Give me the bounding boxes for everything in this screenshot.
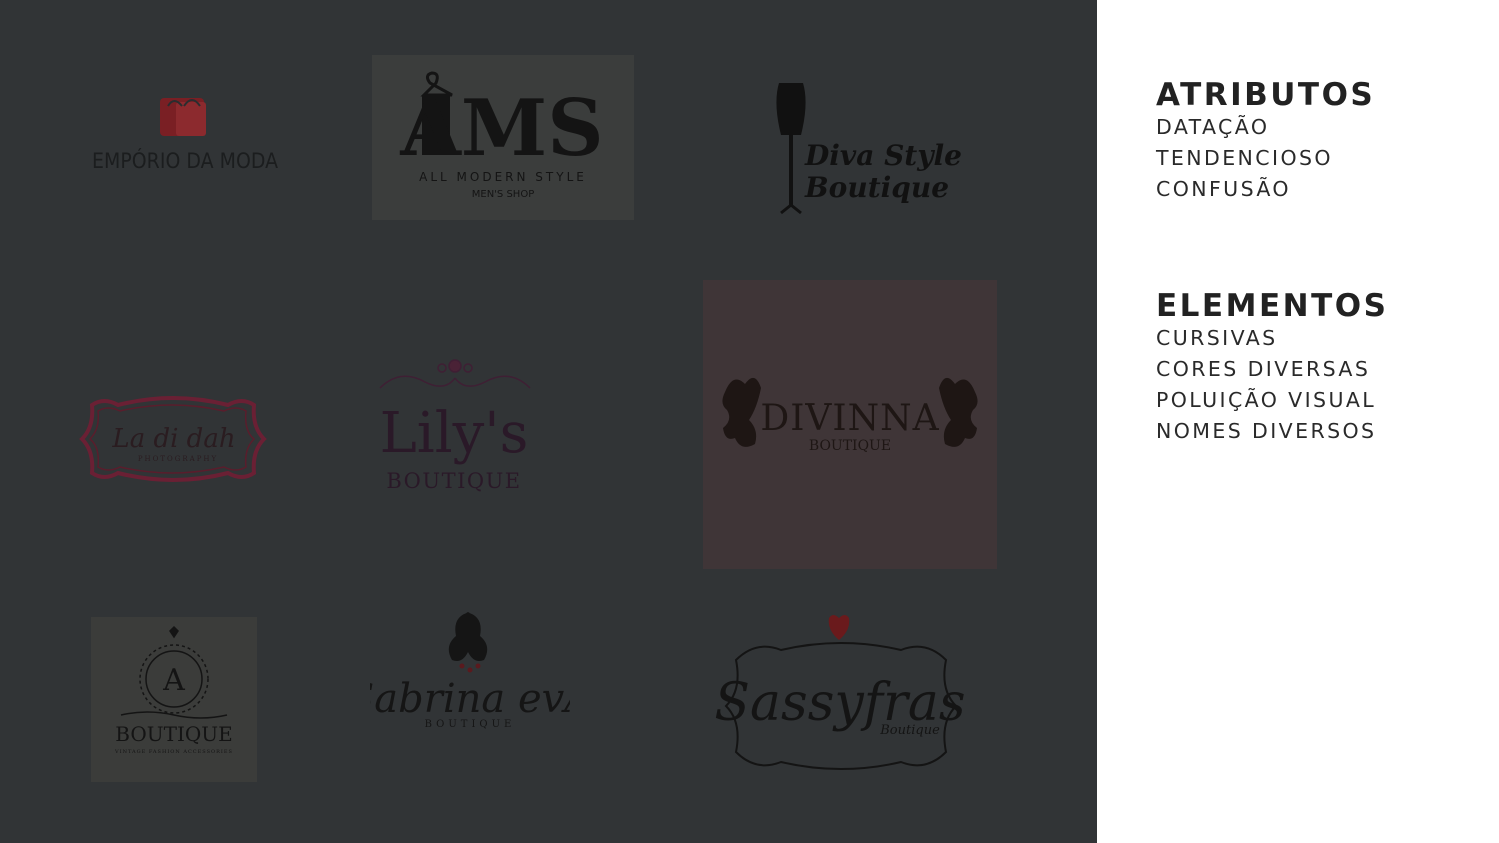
logo-diva-style-boutique: Diva Style Boutique	[776, 83, 962, 215]
logo-all-modern-style: AMS ALL MODERN STYLE MEN'S SHOP	[372, 55, 634, 220]
attribute-item: TENDENCIOSO	[1156, 146, 1333, 170]
logo-text: BOUTIQUE	[115, 722, 232, 746]
logo-subtext: BOUTIQUE	[386, 469, 521, 493]
element-item: NOMES DIVERSOS	[1156, 419, 1377, 443]
logo-emporio-da-moda: EMPÓRIO DA MODA	[92, 98, 278, 173]
attribute-item: CONFUSÃO	[1156, 177, 1291, 201]
flourish-ornament-icon	[379, 359, 531, 389]
logo-subtext: MEN'S SHOP	[472, 189, 534, 200]
logo-mark: AMS	[399, 83, 603, 174]
butterfly-ornament-icon	[448, 612, 488, 673]
logo-lilys-boutique: Lily's BOUTIQUE	[379, 359, 531, 493]
logo-collage-panel: EMPÓRIO DA MODA AMS ALL MODERN STYLE MEN…	[0, 0, 1097, 843]
attributes-heading: ATRIBUTOS	[1156, 77, 1376, 113]
logo-subtext: VINTAGE FASHION ACCESSORIES	[114, 749, 233, 755]
logo-la-di-dah: La di dah PHOTOGRAPHY	[79, 396, 267, 482]
attribute-item: DATAÇÃO	[1156, 115, 1270, 139]
heart-icon	[828, 615, 850, 640]
logo-text: ALL MODERN STYLE	[419, 170, 587, 184]
attributes-section: ATRIBUTOS DATAÇÃO TENDENCIOSO CONFUSÃO	[1156, 78, 1476, 205]
elements-section: ELEMENTOS CURSIVAS CORES DIVERSAS POLUIÇ…	[1156, 289, 1476, 447]
logo-mark: A	[162, 663, 185, 698]
element-item: CORES DIVERSAS	[1156, 357, 1371, 381]
logo-subtext: Boutique	[879, 723, 940, 738]
logo-sabrina-eva: Sabrina evA BOUTIQUE	[370, 612, 570, 730]
dress-form-icon	[776, 83, 806, 215]
logo-text: La di dah	[111, 424, 235, 454]
sidebar: ATRIBUTOS DATAÇÃO TENDENCIOSO CONFUSÃO E…	[1156, 78, 1476, 447]
element-item: CURSIVAS	[1156, 326, 1278, 350]
logo-subtext: PHOTOGRAPHY	[138, 455, 218, 463]
logo-text: Sabrina evA	[370, 676, 570, 722]
elements-heading: ELEMENTOS	[1156, 288, 1389, 324]
logo-sassyfras-boutique: Sassyfras Boutique	[714, 615, 966, 770]
logo-text-line1: Diva Style	[804, 139, 962, 172]
logo-a-boutique: A BOUTIQUE VINTAGE FASHION ACCESSORIES	[91, 617, 257, 782]
logo-subtext: BOUTIQUE	[809, 438, 891, 454]
logo-divinna-boutique: DIVINNA BOUTIQUE	[703, 280, 997, 569]
logo-text: Lily's	[380, 401, 529, 466]
logo-text-line2: Boutique	[804, 171, 949, 204]
logo-subtext: BOUTIQUE	[425, 719, 516, 730]
shopping-bags-icon	[160, 98, 206, 136]
logo-text: EMPÓRIO DA MODA	[92, 148, 278, 173]
element-item: POLUIÇÃO VISUAL	[1156, 388, 1377, 412]
logo-text: DIVINNA	[760, 398, 939, 439]
